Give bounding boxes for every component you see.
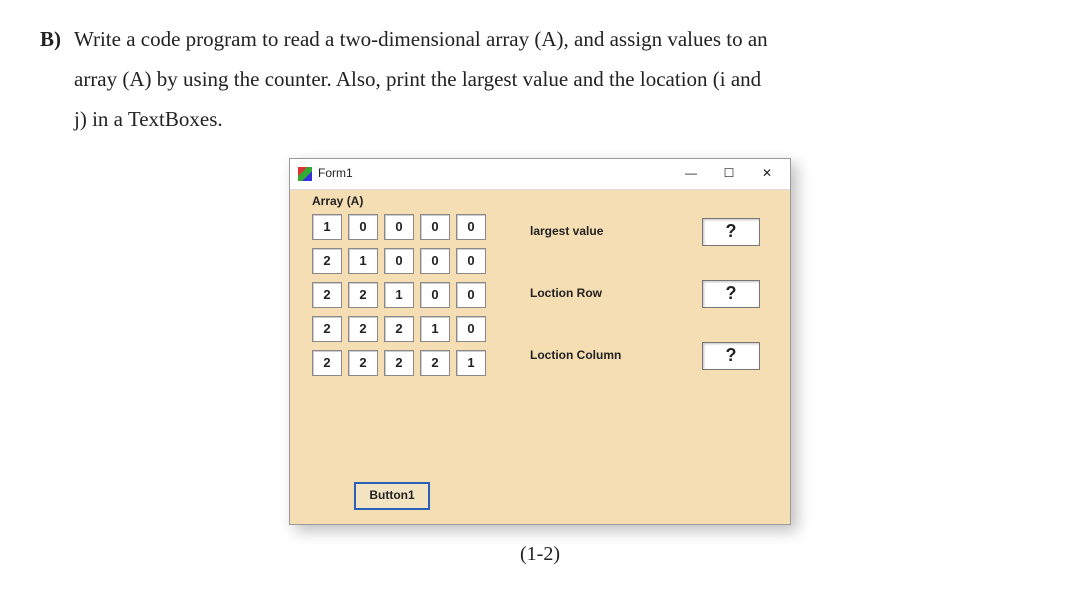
maximize-button[interactable]: ☐ xyxy=(710,161,748,187)
table-row: 2 2 2 2 1 xyxy=(312,350,486,376)
array-groupbox: Array (A) 1 0 0 0 0 2 1 0 0 0 2 xyxy=(312,194,486,384)
question-line-1: Write a code program to read a two-dimen… xyxy=(74,20,768,60)
table-row: 2 1 0 0 0 xyxy=(312,248,486,274)
cell[interactable]: 2 xyxy=(312,350,342,376)
location-row-row: Loction Row ? xyxy=(530,280,760,308)
cell[interactable]: 0 xyxy=(420,282,450,308)
cell[interactable]: 2 xyxy=(312,282,342,308)
array-grid: 1 0 0 0 0 2 1 0 0 0 2 2 1 0 xyxy=(312,214,486,376)
titlebar: Form1 — ☐ ✕ xyxy=(290,159,790,190)
cell[interactable]: 0 xyxy=(456,248,486,274)
cell[interactable]: 0 xyxy=(456,316,486,342)
cell[interactable]: 0 xyxy=(456,282,486,308)
close-button[interactable]: ✕ xyxy=(748,161,786,187)
button1[interactable]: Button1 xyxy=(354,482,430,510)
cell[interactable]: 2 xyxy=(420,350,450,376)
window-title: Form1 xyxy=(318,166,672,180)
question-line-2: array (A) by using the counter. Also, pr… xyxy=(40,60,1040,100)
question-text: B) Write a code program to read a two-di… xyxy=(40,20,1040,140)
cell[interactable]: 0 xyxy=(420,214,450,240)
location-row-label: Loction Row xyxy=(530,286,602,300)
cell[interactable]: 0 xyxy=(420,248,450,274)
location-column-label: Loction Column xyxy=(530,348,621,362)
cell[interactable]: 2 xyxy=(348,316,378,342)
cell[interactable]: 2 xyxy=(312,316,342,342)
cell[interactable]: 2 xyxy=(348,350,378,376)
form-body: Array (A) 1 0 0 0 0 2 1 0 0 0 2 xyxy=(290,190,790,524)
cell[interactable]: 1 xyxy=(348,248,378,274)
figure-caption: (1-2) xyxy=(40,535,1040,573)
table-row: 2 2 1 0 0 xyxy=(312,282,486,308)
cell[interactable]: 2 xyxy=(312,248,342,274)
largest-value-label: largest value xyxy=(530,224,603,238)
cell[interactable]: 1 xyxy=(420,316,450,342)
cell[interactable]: 1 xyxy=(384,282,414,308)
groupbox-label: Array (A) xyxy=(312,194,486,208)
form-window: Form1 — ☐ ✕ Array (A) 1 0 0 0 0 2 1 0 0 xyxy=(289,158,791,525)
cell[interactable]: 0 xyxy=(384,248,414,274)
minimize-button[interactable]: — xyxy=(672,161,710,187)
cell[interactable]: 0 xyxy=(456,214,486,240)
cell[interactable]: 0 xyxy=(384,214,414,240)
app-icon xyxy=(298,167,312,181)
question-label: B) xyxy=(40,20,74,60)
location-column-field[interactable]: ? xyxy=(702,342,760,370)
largest-value-field[interactable]: ? xyxy=(702,218,760,246)
cell[interactable]: 2 xyxy=(348,282,378,308)
table-row: 2 2 2 1 0 xyxy=(312,316,486,342)
largest-value-row: largest value ? xyxy=(530,218,760,246)
cell[interactable]: 2 xyxy=(384,350,414,376)
cell[interactable]: 1 xyxy=(456,350,486,376)
table-row: 1 0 0 0 0 xyxy=(312,214,486,240)
location-column-row: Loction Column ? xyxy=(530,342,760,370)
question-line-3: j) in a TextBoxes. xyxy=(40,100,1040,140)
location-row-field[interactable]: ? xyxy=(702,280,760,308)
cell[interactable]: 0 xyxy=(348,214,378,240)
cell[interactable]: 2 xyxy=(384,316,414,342)
results-panel: largest value ? Loction Row ? Loction Co… xyxy=(530,218,760,404)
cell[interactable]: 1 xyxy=(312,214,342,240)
